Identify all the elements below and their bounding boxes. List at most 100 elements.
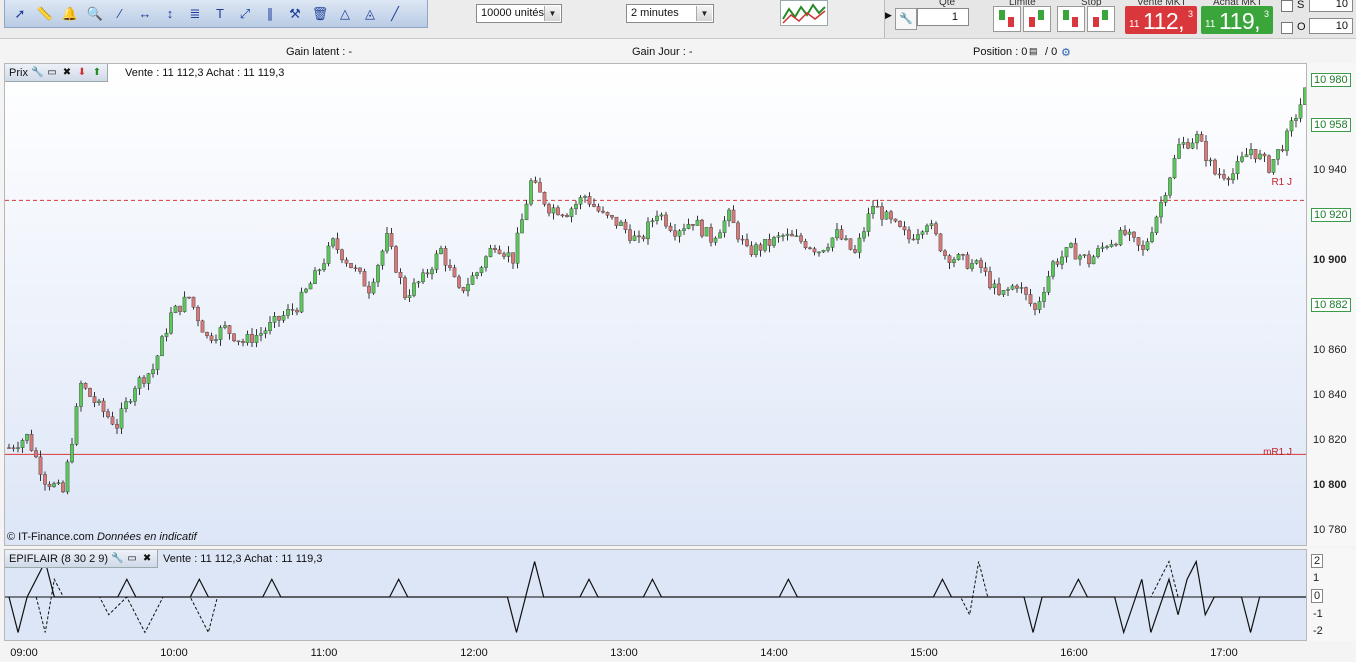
price-chart-panel[interactable]: Prix 🔧 ▭ ✖ ⬇ ⬆ Vente : 11 112,3 Achat : … [4, 63, 1307, 546]
quantity-select[interactable]: 10000 unités ▼ [476, 4, 562, 23]
candle-body [952, 259, 956, 263]
buy-price-decimal: 3 [1263, 9, 1269, 19]
window-icon[interactable]: ▭ [46, 67, 58, 79]
candle-body [574, 204, 578, 210]
price-y-axis[interactable]: 10 780 10 800 10 820 10 840 10 860 10 882 10 9… [1307, 63, 1356, 546]
candle-body [218, 327, 223, 340]
candle-body [241, 341, 245, 343]
candle-body [421, 272, 425, 283]
candle-body [439, 248, 443, 255]
move-up-icon[interactable]: ⬆ [91, 67, 103, 79]
qte-field[interactable]: 1 [917, 8, 969, 26]
candle-body [619, 221, 623, 226]
candle-body [398, 272, 403, 278]
candle-body [142, 377, 146, 384]
candle-body [1253, 149, 1258, 160]
candle-body [502, 253, 506, 257]
move-down-icon[interactable]: ⬇ [76, 67, 88, 79]
o-checkbox[interactable] [1281, 22, 1293, 34]
candle-body [403, 277, 407, 298]
candle-body [1136, 237, 1141, 246]
candle-body [722, 220, 727, 234]
candle-body [1010, 285, 1015, 290]
candle-body [115, 423, 119, 429]
interval-select[interactable]: 2 minutes ▼ [626, 4, 714, 23]
candle-body [1033, 303, 1037, 310]
collapse-arrow-icon[interactable]: ▶ [885, 10, 892, 21]
sell-market-button[interactable]: 11 112, 3 [1125, 6, 1197, 34]
epiflair-indicator-panel[interactable]: EPIFLAIR (8 30 2 9) 🔧 ▭ ✖ Vente : 11 112… [4, 549, 1307, 641]
line-icon[interactable]: ⁄ [108, 3, 132, 25]
candle-body [209, 335, 214, 341]
parallel-icon[interactable]: ∥ [258, 3, 282, 25]
horizontal-line-icon[interactable]: ↔ [133, 3, 157, 25]
candle-body [754, 244, 758, 255]
candle-body [1150, 232, 1154, 242]
gear-icon[interactable]: ⚙ [1061, 46, 1071, 59]
text-icon[interactable]: T [208, 3, 232, 25]
chevron-down-icon[interactable]: ▼ [696, 6, 712, 21]
indicator-y-axis[interactable]: 2 1 0 -1 -2 [1307, 549, 1356, 641]
position-detail-icon[interactable]: ▤ [1029, 46, 1038, 57]
indicator-y-tick: -2 [1313, 625, 1323, 638]
s-checkbox[interactable] [1281, 0, 1293, 12]
candle-body [1298, 104, 1303, 119]
price-chart[interactable] [5, 64, 1307, 546]
fibonacci-icon[interactable]: ≣ [183, 3, 207, 25]
alert-bell-icon[interactable]: 🔔 [58, 3, 82, 25]
candle-body [394, 246, 398, 273]
channel-icon[interactable]: ⤢ [233, 3, 257, 25]
limit-sell-button[interactable] [1023, 6, 1051, 32]
candle-body [1267, 155, 1271, 173]
candle-body [434, 253, 439, 270]
window-icon[interactable]: ▭ [126, 553, 138, 565]
s-field[interactable]: 10 [1309, 0, 1353, 12]
chevron-down-icon[interactable]: ▼ [544, 6, 560, 21]
close-icon[interactable]: ✖ [61, 67, 73, 79]
candle-body [1294, 118, 1298, 121]
o-field[interactable]: 10 [1309, 18, 1353, 34]
buy-market-button[interactable]: 11 119, 3 [1201, 6, 1273, 34]
stop-buy-button[interactable] [1057, 6, 1085, 32]
candle-body [38, 456, 43, 475]
triangle-icon[interactable]: △ [333, 3, 357, 25]
cursor-icon[interactable]: ➚ [8, 3, 32, 25]
wrench-icon[interactable]: 🔧 [111, 553, 123, 565]
trash-icon[interactable]: 🗑 [308, 3, 332, 25]
ruler-icon[interactable]: 📏 [33, 3, 57, 25]
vertical-line-icon[interactable]: ↕ [158, 3, 182, 25]
y-tick-label: 10 920 [1311, 208, 1351, 223]
candle-body [272, 316, 277, 323]
indicator-y-tick: -1 [1313, 607, 1323, 620]
candle-body [295, 309, 299, 313]
time-x-axis[interactable]: 09:00 10:00 11:00 12:00 13:00 14:00 15:00 16:00… [4, 641, 1307, 662]
candle-body [1244, 154, 1249, 158]
candle-body [106, 411, 110, 417]
line2-icon[interactable]: ╱ [383, 3, 407, 25]
candle-body [1195, 134, 1199, 144]
wrench-icon[interactable]: 🔧 [895, 8, 917, 30]
close-icon[interactable]: ✖ [141, 553, 153, 565]
pattern-detection-button[interactable] [780, 0, 828, 26]
candle-body [565, 215, 569, 218]
limit-buy-button[interactable] [993, 6, 1021, 32]
candle-body [1213, 159, 1217, 175]
candle-body [605, 212, 610, 216]
candle-body [52, 483, 56, 487]
tools-icon[interactable]: ⚒ [283, 3, 307, 25]
zoom-icon[interactable]: 🔍 [83, 3, 107, 25]
candle-body [1145, 241, 1150, 250]
wrench-icon[interactable]: 🔧 [31, 67, 43, 79]
candle-body [56, 482, 61, 484]
pattern-icon[interactable]: ◬ [358, 3, 382, 25]
candle-body [268, 322, 272, 331]
candle-body [124, 401, 128, 409]
candle-body [380, 250, 385, 266]
candle-body [898, 220, 902, 227]
candle-body [1231, 173, 1235, 181]
stop-sell-button[interactable] [1087, 6, 1115, 32]
candle-body [875, 206, 880, 208]
candle-body [1235, 161, 1240, 174]
candle-body [340, 249, 344, 261]
candle-body [20, 440, 25, 448]
